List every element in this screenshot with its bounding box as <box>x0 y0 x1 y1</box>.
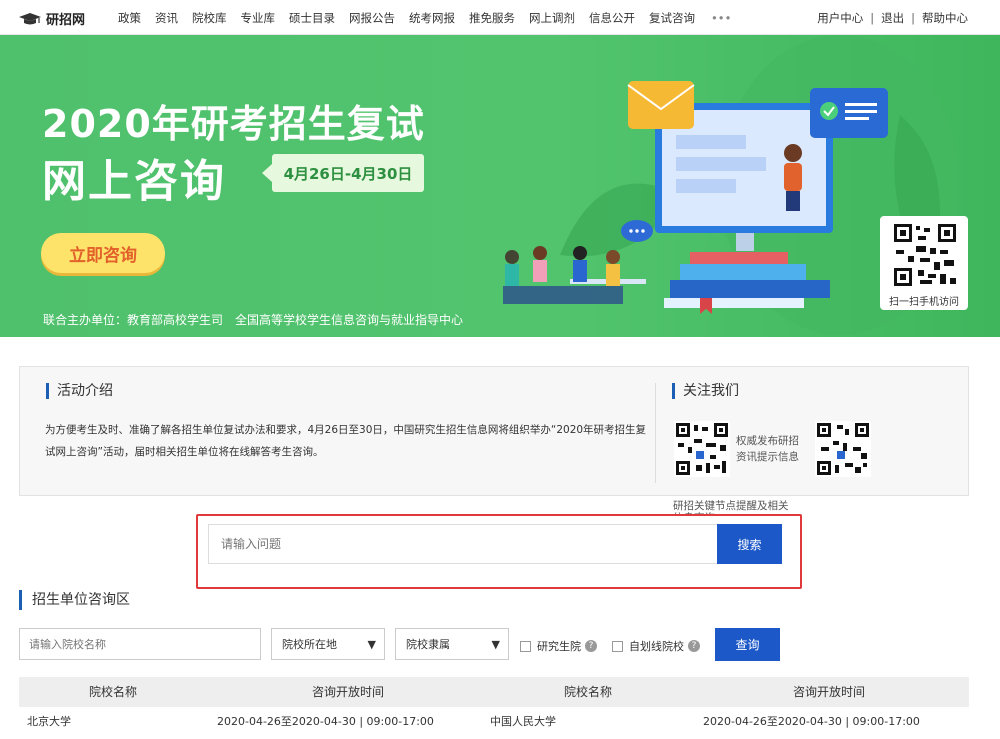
mobile-qr-code: 扫一扫手机访问 <box>880 216 968 310</box>
organizer-1: 联合主办单位：教育部高校学生司 <box>43 313 224 327</box>
nav-item-news[interactable]: 资讯 <box>155 10 178 26</box>
graduate-school-checkbox[interactable]: 研究生院 ? <box>520 638 597 654</box>
affiliation-select-value: 院校隶属 <box>406 638 450 651</box>
nav-item-online-adjustment[interactable]: 网上调剂 <box>529 10 575 26</box>
open-time-cell: 2020-04-26至2020-04-30 | 09:00-17:00 <box>217 715 434 728</box>
organizer-2: 全国高等学校学生信息咨询与就业指导中心 <box>235 313 464 327</box>
school-name-input[interactable] <box>19 628 261 660</box>
self-line-label: 自划线院校 <box>629 640 684 653</box>
column-header: 咨询开放时间 <box>793 685 866 699</box>
banner-organizers: 联合主办单位：教育部高校学生司 全国高等学校学生信息咨询与就业指导中心 <box>43 311 463 328</box>
nav-item-info-disclosure[interactable]: 信息公开 <box>589 10 635 26</box>
banner-date-badge: 4月26日-4月30日 <box>262 154 424 192</box>
activity-description: 为方便考生及时、准确了解各招生单位复试办法和要求，4月26日至30日，中国研究生… <box>45 424 647 458</box>
logout-link[interactable]: 退出 <box>881 10 904 26</box>
nav-item-policy[interactable]: 政策 <box>118 10 141 26</box>
consult-now-button[interactable]: 立即咨询 <box>41 233 165 273</box>
service-qr-code <box>815 421 871 477</box>
location-select-value: 院校所在地 <box>282 638 337 651</box>
school-table-header: 院校名称 咨询开放时间 院校名称 咨询开放时间 <box>19 677 969 707</box>
banner-title: 2020年研考招生复试 <box>42 102 425 146</box>
school-name-cell[interactable]: 中国人民大学 <box>490 707 556 737</box>
nav-item-recommendation[interactable]: 推免服务 <box>469 10 515 26</box>
consult-region-heading: 招生单位咨询区 <box>19 590 130 610</box>
column-header: 院校名称 <box>89 685 138 699</box>
checkbox-icon[interactable] <box>612 640 623 652</box>
graduation-cap-icon <box>19 12 41 24</box>
hero-banner: 2020年研考招生复试 网上咨询 4月26日-4月30日 立即咨询 联合主办单位… <box>0 35 1000 337</box>
main-menu: 政策 资讯 院校库 专业库 硕士目录 网报公告 统考网报 推免服务 网上调剂 信… <box>118 0 731 35</box>
logo-text: 研招网 <box>46 13 86 28</box>
top-navigation: 研招网 政策 资讯 院校库 专业库 硕士目录 网报公告 统考网报 推免服务 网上… <box>0 0 1000 35</box>
nav-item-major-db[interactable]: 专业库 <box>241 10 276 26</box>
user-links: 用户中心 | 退出 | 帮助中心 <box>817 0 968 35</box>
wechat-qr-code <box>674 421 730 477</box>
graduate-school-label: 研究生院 <box>537 640 581 653</box>
help-icon[interactable]: ? <box>688 640 700 652</box>
help-icon[interactable]: ? <box>585 640 597 652</box>
column-header: 咨询开放时间 <box>312 685 385 699</box>
activity-heading: 活动介绍 <box>46 383 113 399</box>
follow-us-heading: 关注我们 <box>672 383 739 399</box>
question-search-input[interactable] <box>208 524 718 564</box>
more-icon[interactable]: ••• <box>711 11 731 25</box>
school-name-cell[interactable]: 北京大学 <box>27 707 71 737</box>
self-line-checkbox[interactable]: 自划线院校 ? <box>612 638 700 654</box>
affiliation-select[interactable]: 院校隶属 ▼ <box>395 628 509 660</box>
nav-item-online-announcement[interactable]: 网报公告 <box>349 10 395 26</box>
site-logo[interactable]: 研招网 <box>18 9 85 28</box>
nav-item-school-db[interactable]: 院校库 <box>192 10 227 26</box>
qr-code-icon <box>676 423 728 475</box>
separator: | <box>911 10 915 25</box>
qr-code-icon <box>817 423 869 475</box>
open-time-cell: 2020-04-26至2020-04-30 | 09:00-17:00 <box>703 715 920 728</box>
checkbox-icon[interactable] <box>520 640 531 652</box>
activity-panel: 活动介绍 为方便考生及时、准确了解各招生单位复试办法和要求，4月26日至30日，… <box>19 366 969 516</box>
nav-item-retest-consult[interactable]: 复试咨询 <box>649 10 695 26</box>
wechat-qr-caption: 权威发布研招资讯提示信息 <box>736 435 799 463</box>
divider <box>655 383 656 483</box>
search-button[interactable]: 搜索 <box>717 524 782 564</box>
location-select[interactable]: 院校所在地 ▼ <box>271 628 385 660</box>
dropdown-arrow-icon: ▼ <box>491 638 500 651</box>
help-center-link[interactable]: 帮助中心 <box>922 10 968 26</box>
column-header: 院校名称 <box>564 685 613 699</box>
separator: | <box>870 10 875 25</box>
user-center-link[interactable]: 用户中心 <box>817 10 863 26</box>
banner-subtitle: 网上咨询 <box>42 156 226 207</box>
nav-item-master-catalog[interactable]: 硕士目录 <box>289 10 335 26</box>
qr-caption: 扫一扫手机访问 <box>889 297 959 308</box>
table-row: 北京大学 2020-04-26至2020-04-30 | 09:00-17:00… <box>19 707 969 737</box>
nav-item-exam-registration[interactable]: 统考网报 <box>409 10 455 26</box>
query-button[interactable]: 查询 <box>715 628 780 661</box>
qr-code-icon <box>892 222 958 288</box>
dropdown-arrow-icon: ▼ <box>367 638 376 651</box>
